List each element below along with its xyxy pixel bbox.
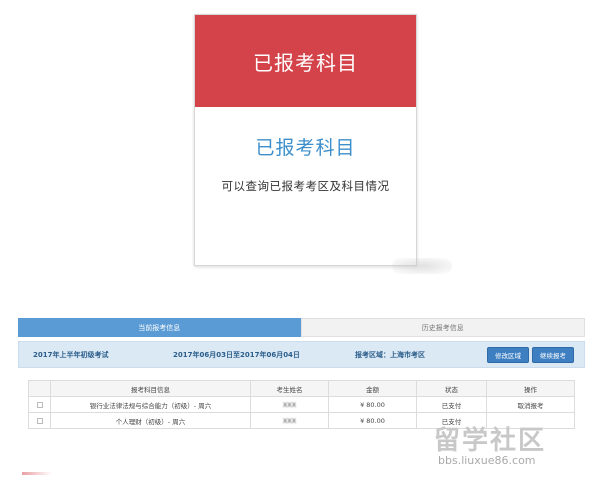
exam-region: 报考区域：上海市考区 bbox=[355, 350, 425, 359]
watermark-logo-text: 留学社区 bbox=[434, 426, 547, 456]
row-checkbox-cell bbox=[28, 396, 51, 413]
card-description: 可以查询已报考考区及科目情况 bbox=[221, 179, 390, 193]
header-name: 考生姓名 bbox=[250, 380, 329, 397]
continue-registration-button[interactable]: 继续报考 bbox=[532, 347, 574, 363]
table-row: 银行业法律法规与综合能力（初级）- 周六 XXX ¥ 80.00 已支付 取消报… bbox=[28, 396, 575, 413]
header-action: 操作 bbox=[486, 380, 575, 397]
watermark-url: bbs.liuxue86.com bbox=[438, 454, 536, 467]
row-checkbox[interactable] bbox=[36, 401, 43, 408]
card-header-text: 已报考科目 bbox=[253, 50, 358, 75]
row-candidate-name: XXX bbox=[250, 396, 329, 413]
exam-dates: 2017年06月03日至2017年06月04日 bbox=[173, 350, 300, 359]
subjects-card[interactable]: 已报考科目 已报考科目 可以查询已报考考区及科目情况 bbox=[194, 14, 417, 266]
card-title: 已报考科目 bbox=[255, 137, 356, 159]
card-header: 已报考科目 bbox=[195, 15, 416, 107]
tab-bar: 当前报考信息 历史报考信息 bbox=[18, 318, 585, 337]
row-checkbox-cell bbox=[28, 412, 51, 429]
red-text-fragment bbox=[22, 472, 52, 475]
row-candidate-name: XXX bbox=[250, 412, 329, 429]
header-checkbox-col bbox=[28, 380, 51, 397]
watermark: 留学社区 bbs.liuxue86.com bbox=[432, 420, 582, 470]
row-amount: ¥ 80.00 bbox=[328, 396, 417, 413]
modify-region-button[interactable]: 修改区域 bbox=[487, 347, 529, 363]
row-subject: 个人理财（初级）- 周六 bbox=[50, 412, 251, 429]
tab-history-registration[interactable]: 历史报考信息 bbox=[300, 318, 585, 337]
exam-info-bar: 2017年上半年初级考试 2017年06月03日至2017年06月04日 报考区… bbox=[18, 341, 585, 368]
header-amount: 金额 bbox=[328, 380, 417, 397]
table-header-row: 报考科目信息 考生姓名 金额 状态 操作 bbox=[28, 380, 575, 397]
exam-name: 2017年上半年初级考试 bbox=[33, 350, 109, 359]
blur-smudge bbox=[392, 258, 452, 274]
row-status: 已支付 bbox=[416, 396, 487, 413]
row-amount: ¥ 80.00 bbox=[328, 412, 417, 429]
row-checkbox[interactable] bbox=[36, 417, 43, 424]
cancel-registration-link[interactable]: 取消报考 bbox=[486, 396, 575, 413]
header-subject: 报考科目信息 bbox=[50, 380, 251, 397]
tab-current-registration[interactable]: 当前报考信息 bbox=[18, 318, 301, 337]
row-subject: 银行业法律法规与综合能力（初级）- 周六 bbox=[50, 396, 251, 413]
header-status: 状态 bbox=[416, 380, 487, 397]
